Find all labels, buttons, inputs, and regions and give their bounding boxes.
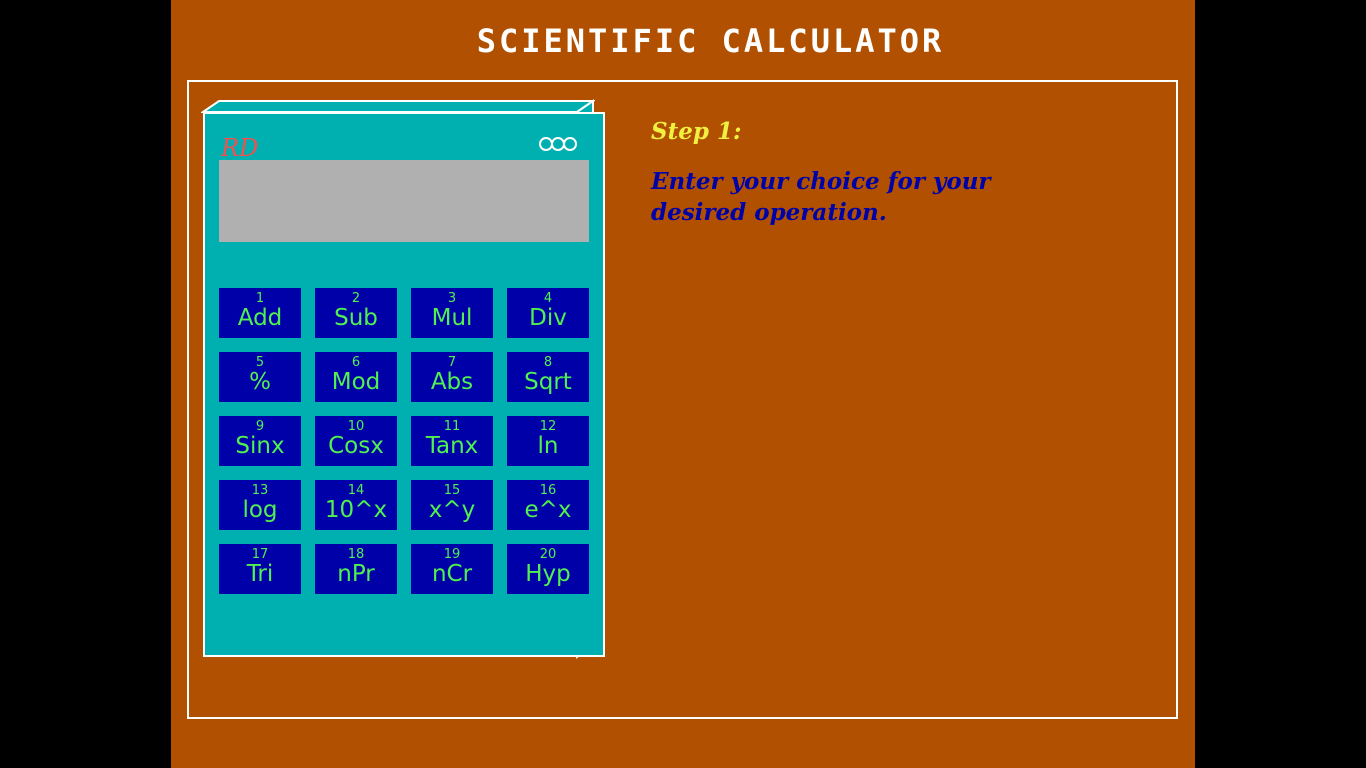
- key-number: 13: [251, 483, 269, 498]
- key-number: 2: [351, 291, 361, 306]
- app-title: SCIENTIFIC CALCULATOR: [476, 22, 945, 60]
- key-number: 9: [255, 419, 265, 434]
- key-label: nCr: [431, 561, 473, 587]
- key-6[interactable]: 6 Mod: [315, 352, 397, 402]
- key-number: 11: [443, 419, 461, 434]
- key-18[interactable]: 18 nPr: [315, 544, 397, 594]
- solar-panel-icon: [539, 137, 577, 151]
- key-label: ln: [537, 433, 559, 459]
- key-7[interactable]: 7 Abs: [411, 352, 493, 402]
- key-number: 5: [255, 355, 265, 370]
- key-number: 16: [539, 483, 557, 498]
- key-13[interactable]: 13 log: [219, 480, 301, 530]
- key-number: 6: [351, 355, 361, 370]
- key-number: 1: [255, 291, 265, 306]
- key-8[interactable]: 8 Sqrt: [507, 352, 589, 402]
- key-label: Abs: [430, 369, 474, 395]
- calculator-display: [219, 160, 589, 242]
- step-heading: Step 1:: [651, 118, 742, 145]
- key-number: 14: [347, 483, 365, 498]
- key-20[interactable]: 20 Hyp: [507, 544, 589, 594]
- key-label: log: [242, 497, 278, 523]
- key-label: Add: [237, 305, 283, 331]
- key-label: 10^x: [324, 497, 388, 523]
- key-number: 4: [543, 291, 553, 306]
- key-15[interactable]: 15 x^y: [411, 480, 493, 530]
- key-2[interactable]: 2 Sub: [315, 288, 397, 338]
- key-label: Sqrt: [524, 369, 572, 395]
- key-3[interactable]: 3 Mul: [411, 288, 493, 338]
- instruction-text: Enter your choice for your desired opera…: [651, 168, 991, 226]
- key-number: 12: [539, 419, 557, 434]
- brand-logo: RD: [221, 134, 259, 162]
- key-label: Mod: [331, 369, 381, 395]
- key-10[interactable]: 10 Cosx: [315, 416, 397, 466]
- key-label: Sinx: [235, 433, 285, 459]
- key-number: 8: [543, 355, 553, 370]
- app-screen: SCIENTIFIC CALCULATOR RD 1 Add 2 Sub 3 Mul 4 Di…: [171, 0, 1195, 768]
- key-label: x^y: [428, 497, 476, 523]
- key-label: Tri: [246, 561, 274, 587]
- key-11[interactable]: 11 Tanx: [411, 416, 493, 466]
- key-label: Hyp: [525, 561, 571, 587]
- key-label: nPr: [337, 561, 375, 587]
- key-19[interactable]: 19 nCr: [411, 544, 493, 594]
- key-5[interactable]: 5%: [219, 352, 301, 402]
- key-label: Mul: [431, 305, 473, 331]
- key-9[interactable]: 9 Sinx: [219, 416, 301, 466]
- key-label: Cosx: [328, 433, 384, 459]
- key-number: 10: [347, 419, 365, 434]
- key-16[interactable]: 16 e^x: [507, 480, 589, 530]
- key-14[interactable]: 14 10^x: [315, 480, 397, 530]
- key-label: Sub: [334, 305, 378, 331]
- key-label: e^x: [524, 497, 572, 523]
- key-12[interactable]: 12 ln: [507, 416, 589, 466]
- calculator-body: RD 1 Add 2 Sub 3 Mul 4 Div 5% 6 Mod 7 Abs 8 Sqrt 9 Sinx 1…: [203, 112, 605, 657]
- key-number: 17: [251, 547, 269, 562]
- key-number: 20: [539, 547, 557, 562]
- key-1[interactable]: 1 Add: [219, 288, 301, 338]
- key-label: Tanx: [425, 433, 479, 459]
- key-label: Div: [529, 305, 567, 331]
- key-17[interactable]: 17 Tri: [219, 544, 301, 594]
- key-4[interactable]: 4 Div: [507, 288, 589, 338]
- key-label: %: [249, 369, 271, 395]
- key-number: 3: [447, 291, 457, 306]
- key-number: 7: [447, 355, 457, 370]
- key-number: 18: [347, 547, 365, 562]
- key-number: 19: [443, 547, 461, 562]
- key-number: 15: [443, 483, 461, 498]
